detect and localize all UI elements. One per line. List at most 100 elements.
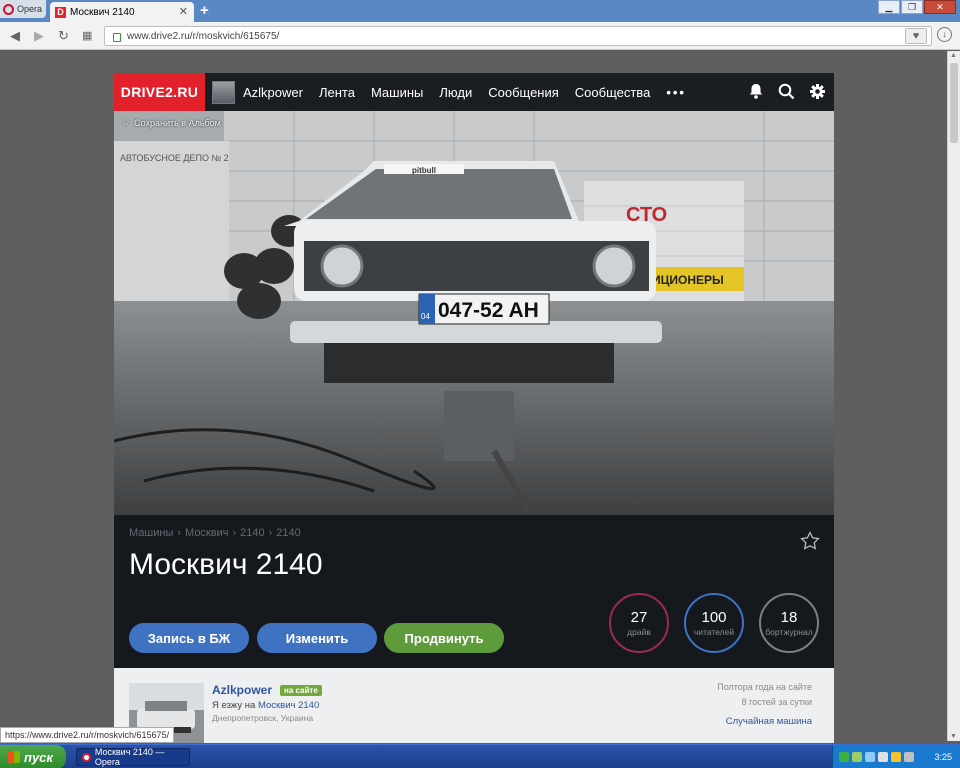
license-plate: 047-52 AH bbox=[438, 299, 539, 322]
scroll-up-arrow-icon[interactable]: ▲ bbox=[950, 52, 957, 59]
car-photo[interactable]: СТО ИЦИОНЕРЫ АВТОБУСНОЕ ДЕПО № 2 04 047-… bbox=[114, 111, 834, 515]
drive2-page: DRIVE2.RU Azlkpower Лента Машины Люди Со… bbox=[114, 73, 834, 743]
star-outline-icon: ☆ bbox=[122, 117, 131, 127]
tray-app-icon[interactable] bbox=[852, 752, 862, 762]
browser-toolbar: ◀ ▶ ↻ ▦ www.drive2.ru/r/moskvich/615675/… bbox=[0, 22, 960, 50]
tray-app-icon[interactable] bbox=[839, 752, 849, 762]
address-bar[interactable]: www.drive2.ru/r/moskvich/615675/ ♥ bbox=[104, 26, 932, 46]
windows-taskbar: пуск Москвич 2140 — Opera 3:25 bbox=[0, 744, 960, 768]
forward-arrow-icon[interactable]: ▶ bbox=[34, 28, 44, 44]
nav-item-messages[interactable]: Сообщения bbox=[488, 85, 559, 100]
nav-item-people[interactable]: Люди bbox=[439, 85, 472, 100]
start-label: пуск bbox=[24, 749, 53, 765]
new-tab-icon[interactable]: + bbox=[200, 2, 209, 19]
nav-item-feed[interactable]: Лента bbox=[319, 85, 355, 100]
breadcrumb: Машины › Москвич › 2140 › 2140 bbox=[129, 527, 301, 539]
breadcrumb-separator: › bbox=[232, 527, 237, 539]
site-header: DRIVE2.RU Azlkpower Лента Машины Люди Со… bbox=[114, 73, 834, 111]
breadcrumb-item-cars[interactable]: Машины bbox=[129, 527, 173, 539]
plate-region: 04 bbox=[421, 312, 430, 321]
nav-item-cars[interactable]: Машины bbox=[371, 85, 423, 100]
tab-close-icon[interactable]: ✕ bbox=[179, 5, 188, 18]
car-info-panel: Машины › Москвич › 2140 › 2140 Москвич 2… bbox=[114, 515, 834, 668]
main-nav: Azlkpower Лента Машины Люди Сообщения Со… bbox=[243, 73, 686, 111]
stat-readers-value: 100 bbox=[701, 608, 727, 626]
nav-more-icon[interactable]: ••• bbox=[666, 85, 686, 100]
stat-drive-label: драйв bbox=[627, 626, 651, 637]
taskbar-opera-window[interactable]: Москвич 2140 — Opera bbox=[76, 747, 190, 767]
logbook-entry-button[interactable]: Запись в БЖ bbox=[129, 623, 249, 653]
owner-drives-line: Я езжу на Москвич 2140 bbox=[212, 700, 319, 711]
online-status-badge: на сайте bbox=[280, 685, 322, 696]
start-button[interactable]: пуск bbox=[0, 745, 66, 768]
guests-count: 8 гостей за сутки bbox=[741, 697, 812, 707]
tray-language-icon[interactable] bbox=[878, 752, 888, 762]
taskbar-clock: 3:25 bbox=[934, 752, 952, 762]
owner-profile: Azlkpower на сайте Я езжу на Москвич 214… bbox=[114, 668, 834, 743]
minimize-icon[interactable]: ▁ bbox=[878, 0, 900, 14]
save-to-album-label: Сохранить в Альбом bbox=[134, 117, 221, 128]
breadcrumb-item-model[interactable]: 2140 bbox=[240, 527, 264, 539]
browser-tab[interactable]: D Москвич 2140 ✕ bbox=[50, 2, 194, 22]
scrollbar-thumb[interactable] bbox=[950, 63, 958, 143]
speed-dial-grid-icon[interactable]: ▦ bbox=[82, 29, 92, 42]
opera-menu-label: Opera bbox=[17, 4, 43, 14]
stat-readers-label: читателей bbox=[693, 626, 735, 637]
bell-icon[interactable] bbox=[748, 83, 764, 100]
breadcrumb-separator: › bbox=[177, 527, 182, 539]
conditioners-sign: ИЦИОНЕРЫ bbox=[652, 273, 724, 287]
secure-lock-icon bbox=[113, 32, 121, 42]
favorite-star-icon[interactable] bbox=[800, 531, 820, 555]
scroll-down-arrow-icon[interactable]: ▼ bbox=[950, 733, 957, 740]
opera-taskbar-icon bbox=[82, 752, 91, 762]
tray-network-icon[interactable] bbox=[865, 752, 875, 762]
owner-name-link[interactable]: Azlkpower bbox=[212, 683, 272, 697]
stat-drive-value: 27 bbox=[630, 608, 648, 626]
reload-icon[interactable]: ↻ bbox=[58, 28, 69, 44]
windshield-banner: pitbull bbox=[412, 166, 436, 175]
search-icon[interactable] bbox=[778, 83, 795, 100]
page-title: Москвич 2140 bbox=[129, 548, 323, 581]
tray-volume-icon[interactable] bbox=[904, 752, 914, 762]
drive2-logo[interactable]: DRIVE2.RU bbox=[114, 73, 205, 111]
stat-readers[interactable]: 100 читателей bbox=[684, 593, 744, 653]
system-tray: 3:25 bbox=[832, 745, 960, 768]
owner-meta: Полтора года на сайте 8 гостей за сутки bbox=[717, 680, 812, 710]
nav-username[interactable]: Azlkpower bbox=[243, 85, 303, 100]
tab-title: Москвич 2140 bbox=[70, 6, 135, 18]
edit-button[interactable]: Изменить bbox=[257, 623, 377, 653]
opera-logo-icon bbox=[3, 3, 14, 15]
stat-logbook[interactable]: 18 бортжурнал bbox=[759, 593, 819, 653]
gear-icon[interactable] bbox=[809, 83, 826, 100]
breadcrumb-separator: › bbox=[268, 527, 273, 539]
address-url: www.drive2.ru/r/moskvich/615675/ bbox=[127, 30, 280, 42]
stat-drive[interactable]: 27 драйв bbox=[609, 593, 669, 653]
back-arrow-icon[interactable]: ◀ bbox=[10, 28, 20, 44]
save-to-album-button[interactable]: ☆ Сохранить в Альбом bbox=[122, 117, 221, 128]
restore-icon[interactable]: ❐ bbox=[901, 0, 923, 14]
random-car-link[interactable]: Случайная машина bbox=[726, 716, 812, 727]
tray-warning-icon[interactable] bbox=[891, 752, 901, 762]
owner-city: Днепропетровск, Украина bbox=[212, 713, 314, 723]
stat-logbook-label: бортжурнал bbox=[765, 626, 813, 637]
depot-sign: АВТОБУСНОЕ ДЕПО № 2 bbox=[120, 153, 229, 163]
promote-button[interactable]: Продвинуть bbox=[384, 623, 504, 653]
opera-menu-button[interactable]: Opera bbox=[0, 0, 46, 18]
taskbar-window-title: Москвич 2140 — Opera bbox=[94, 747, 165, 767]
window-close-icon[interactable]: ✕ bbox=[924, 0, 956, 14]
browser-tab-bar: Opera D Москвич 2140 ✕ + ▁ ❐ ✕ bbox=[0, 0, 960, 22]
window-controls: ▁ ❐ ✕ bbox=[878, 0, 956, 14]
breadcrumb-item-generation[interactable]: 2140 bbox=[276, 527, 300, 539]
owner-car-link[interactable]: Москвич 2140 bbox=[258, 700, 319, 711]
downloads-icon[interactable]: ↓ bbox=[937, 27, 952, 42]
member-since: Полтора года на сайте bbox=[717, 682, 812, 692]
drives-prefix: Я езжу на bbox=[212, 700, 256, 711]
breadcrumb-item-brand[interactable]: Москвич bbox=[185, 527, 228, 539]
stat-logbook-value: 18 bbox=[780, 608, 798, 626]
bookmark-heart-icon[interactable]: ♥ bbox=[905, 28, 927, 44]
user-avatar[interactable] bbox=[212, 81, 235, 104]
page-scrollbar[interactable]: ▲ ▼ bbox=[947, 51, 960, 741]
header-icons bbox=[748, 83, 826, 100]
nav-item-communities[interactable]: Сообщества bbox=[575, 85, 651, 100]
windows-flag-icon bbox=[8, 751, 20, 763]
